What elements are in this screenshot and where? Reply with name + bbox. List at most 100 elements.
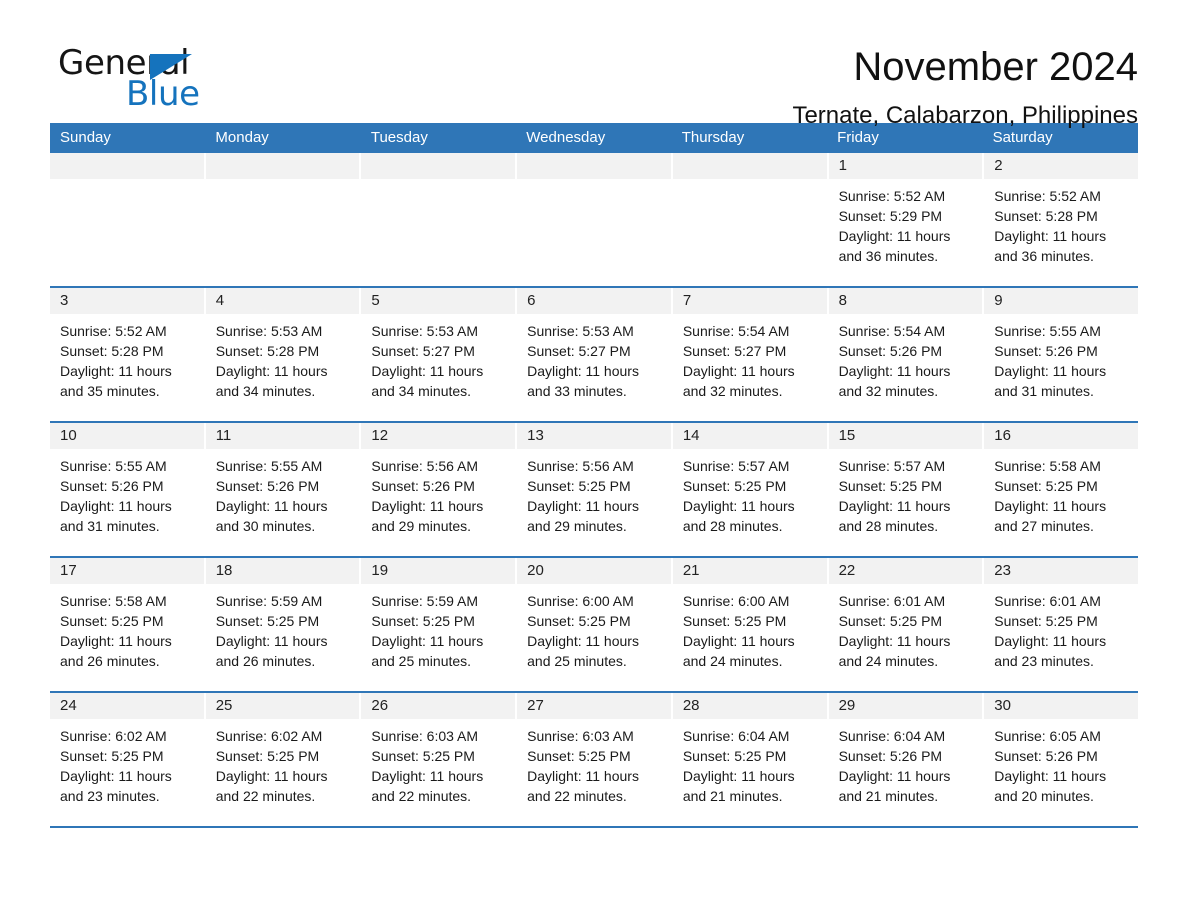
calendar-day-cell[interactable]: 24 Sunrise: 6:02 AM Sunset: 5:25 PM Dayligh… bbox=[50, 693, 204, 826]
day-details: Sunrise: 6:03 AM Sunset: 5:25 PM Daylight:… bbox=[517, 719, 671, 806]
calendar-day-cell[interactable]: 16 Sunrise: 5:58 AM Sunset: 5:25 PM Dayligh… bbox=[984, 423, 1138, 556]
sunset-text: Sunset: 5:25 PM bbox=[682, 613, 787, 629]
day-details: Sunrise: 5:57 AM Sunset: 5:25 PM Daylight:… bbox=[829, 449, 983, 536]
sunset-text: Sunset: 5:26 PM bbox=[994, 748, 1098, 764]
sunrise-text: Sunrise: 5:59 AM bbox=[371, 593, 479, 609]
daylight-text: Daylight: 11 hours and 25 minutes. bbox=[371, 633, 484, 669]
day-details: Sunrise: 5:53 AM Sunset: 5:27 PM Daylight:… bbox=[517, 314, 671, 401]
sunset-text: Sunset: 5:25 PM bbox=[994, 478, 1098, 494]
sunset-text: Sunset: 5:26 PM bbox=[60, 478, 164, 494]
day-details: Sunrise: 5:54 AM Sunset: 5:26 PM Daylight:… bbox=[829, 314, 983, 401]
calendar-day-cell[interactable]: 11 Sunrise: 5:55 AM Sunset: 5:26 PM Dayligh… bbox=[205, 423, 360, 556]
calendar-day-cell[interactable]: 21 Sunrise: 6:00 AM Sunset: 5:25 PM Dayligh… bbox=[672, 558, 827, 691]
daylight-text: Daylight: 11 hours and 35 minutes. bbox=[60, 363, 172, 399]
calendar-day-cell[interactable]: 10 Sunrise: 5:55 AM Sunset: 5:26 PM Dayligh… bbox=[50, 423, 204, 556]
calendar-day-cell[interactable]: 2 Sunrise: 5:52 AM Sunset: 5:28 PM Daylight… bbox=[984, 153, 1138, 286]
calendar-day-cell[interactable]: 7 Sunrise: 5:54 AM Sunset: 5:27 PM Daylight… bbox=[672, 288, 827, 421]
sunrise-text: Sunrise: 5:56 AM bbox=[371, 458, 479, 474]
daylight-text: Daylight: 11 hours and 22 minutes. bbox=[527, 768, 639, 804]
calendar-day-cell[interactable]: 4 Sunrise: 5:53 AM Sunset: 5:28 PM Daylight… bbox=[205, 288, 360, 421]
daylight-text: Daylight: 11 hours and 23 minutes. bbox=[994, 633, 1107, 669]
sunrise-text: Sunrise: 6:00 AM bbox=[682, 593, 790, 609]
day-details: Sunrise: 5:59 AM Sunset: 5:25 PM Daylight:… bbox=[206, 584, 360, 671]
calendar-weeks: 1 Sunrise: 5:52 AM Sunset: 5:29 PM Daylight… bbox=[50, 153, 1138, 826]
day-number: 22 bbox=[828, 558, 983, 584]
sunset-text: Sunset: 5:29 PM bbox=[838, 208, 943, 224]
day-number: 28 bbox=[672, 693, 827, 719]
calendar-day-cell[interactable]: 26 Sunrise: 6:03 AM Sunset: 5:25 PM Dayligh… bbox=[361, 693, 516, 826]
calendar-bottom-rule bbox=[50, 826, 1138, 828]
sunrise-text: Sunrise: 5:56 AM bbox=[527, 458, 634, 474]
calendar-day-cell-empty bbox=[205, 153, 360, 286]
weekday-header-wednesday: Wednesday bbox=[526, 129, 606, 146]
generalblue-logo[interactable]: General Blue bbox=[50, 44, 280, 116]
calendar-day-cell-empty bbox=[361, 153, 516, 286]
weekday-header-monday: Monday bbox=[215, 129, 269, 146]
sunrise-text: Sunrise: 5:54 AM bbox=[682, 323, 790, 339]
calendar-day-cell[interactable]: 25 Sunrise: 6:02 AM Sunset: 5:25 PM Dayligh… bbox=[205, 693, 360, 826]
day-details: Sunrise: 5:52 AM Sunset: 5:28 PM Daylight:… bbox=[50, 314, 204, 401]
day-details: Sunrise: 6:02 AM Sunset: 5:25 PM Daylight:… bbox=[206, 719, 360, 806]
sunset-text: Sunset: 5:26 PM bbox=[215, 478, 320, 494]
day-number: 5 bbox=[361, 288, 516, 314]
calendar-day-cell[interactable]: 30 Sunrise: 6:05 AM Sunset: 5:26 PM Dayligh… bbox=[984, 693, 1138, 826]
sunset-text: Sunset: 5:27 PM bbox=[682, 343, 787, 359]
daylight-text: Daylight: 11 hours and 24 minutes. bbox=[682, 633, 795, 669]
daylight-text: Daylight: 11 hours and 36 minutes. bbox=[838, 228, 951, 264]
calendar-day-cell[interactable]: 19 Sunrise: 5:59 AM Sunset: 5:25 PM Dayligh… bbox=[361, 558, 516, 691]
calendar-day-cell[interactable]: 23 Sunrise: 6:01 AM Sunset: 5:25 PM Dayligh… bbox=[984, 558, 1138, 691]
day-details: Sunrise: 5:55 AM Sunset: 5:26 PM Daylight:… bbox=[50, 449, 204, 536]
calendar-day-cell[interactable]: 22 Sunrise: 6:01 AM Sunset: 5:25 PM Dayligh… bbox=[828, 558, 983, 691]
calendar-day-cell[interactable]: 27 Sunrise: 6:03 AM Sunset: 5:25 PM Dayligh… bbox=[517, 693, 671, 826]
daylight-text: Daylight: 11 hours and 29 minutes. bbox=[371, 498, 484, 534]
calendar-week-grid: 10 Sunrise: 5:55 AM Sunset: 5:26 PM Dayligh… bbox=[50, 423, 1138, 556]
day-number bbox=[50, 153, 204, 179]
calendar-day-cell[interactable]: 14 Sunrise: 5:57 AM Sunset: 5:25 PM Dayligh… bbox=[672, 423, 827, 556]
calendar-day-cell[interactable]: 28 Sunrise: 6:04 AM Sunset: 5:25 PM Dayligh… bbox=[672, 693, 827, 826]
sunset-text: Sunset: 5:25 PM bbox=[682, 478, 787, 494]
day-details: Sunrise: 5:52 AM Sunset: 5:28 PM Daylight:… bbox=[984, 179, 1138, 266]
calendar-day-cell[interactable]: 1 Sunrise: 5:52 AM Sunset: 5:29 PM Daylight… bbox=[828, 153, 983, 286]
sunset-text: Sunset: 5:25 PM bbox=[527, 748, 631, 764]
daylight-text: Daylight: 11 hours and 34 minutes. bbox=[371, 363, 484, 399]
sunrise-text: Sunrise: 5:55 AM bbox=[994, 323, 1101, 339]
daylight-text: Daylight: 11 hours and 32 minutes. bbox=[838, 363, 951, 399]
day-number: 7 bbox=[672, 288, 827, 314]
day-number: 2 bbox=[984, 153, 1138, 179]
day-details: Sunrise: 5:59 AM Sunset: 5:25 PM Daylight:… bbox=[361, 584, 515, 671]
calendar-week-row: 3 Sunrise: 5:52 AM Sunset: 5:28 PM Daylight… bbox=[50, 286, 1138, 421]
calendar-day-cell[interactable]: 15 Sunrise: 5:57 AM Sunset: 5:25 PM Dayligh… bbox=[828, 423, 983, 556]
sunset-text: Sunset: 5:28 PM bbox=[60, 343, 164, 359]
sunrise-text: Sunrise: 5:59 AM bbox=[215, 593, 323, 609]
day-details: Sunrise: 6:02 AM Sunset: 5:25 PM Daylight:… bbox=[50, 719, 204, 806]
daylight-text: Daylight: 11 hours and 20 minutes. bbox=[994, 768, 1107, 804]
calendar-day-cell[interactable]: 8 Sunrise: 5:54 AM Sunset: 5:26 PM Daylight… bbox=[828, 288, 983, 421]
calendar-day-cell[interactable]: 29 Sunrise: 6:04 AM Sunset: 5:26 PM Dayligh… bbox=[828, 693, 983, 826]
calendar-day-cell[interactable]: 5 Sunrise: 5:53 AM Sunset: 5:27 PM Daylight… bbox=[361, 288, 516, 421]
day-details: Sunrise: 5:55 AM Sunset: 5:26 PM Daylight:… bbox=[984, 314, 1138, 401]
sunrise-text: Sunrise: 6:04 AM bbox=[682, 728, 790, 744]
sunset-text: Sunset: 5:25 PM bbox=[371, 613, 475, 629]
calendar-day-cell[interactable]: 6 Sunrise: 5:53 AM Sunset: 5:27 PM Daylight… bbox=[517, 288, 671, 421]
sunset-text: Sunset: 5:28 PM bbox=[215, 343, 320, 359]
calendar-day-cell[interactable]: 3 Sunrise: 5:52 AM Sunset: 5:28 PM Daylight… bbox=[50, 288, 204, 421]
daylight-text: Daylight: 11 hours and 26 minutes. bbox=[60, 633, 172, 669]
calendar-day-cell[interactable]: 17 Sunrise: 5:58 AM Sunset: 5:25 PM Dayligh… bbox=[50, 558, 204, 691]
calendar-day-cell[interactable]: 12 Sunrise: 5:56 AM Sunset: 5:26 PM Dayligh… bbox=[361, 423, 516, 556]
sunrise-text: Sunrise: 5:53 AM bbox=[215, 323, 323, 339]
day-number: 29 bbox=[828, 693, 983, 719]
daylight-text: Daylight: 11 hours and 21 minutes. bbox=[682, 768, 795, 804]
day-number: 27 bbox=[517, 693, 671, 719]
calendar-day-cell[interactable]: 9 Sunrise: 5:55 AM Sunset: 5:26 PM Daylight… bbox=[984, 288, 1138, 421]
calendar-day-cell[interactable]: 13 Sunrise: 5:56 AM Sunset: 5:25 PM Dayligh… bbox=[517, 423, 671, 556]
sunrise-text: Sunrise: 5:52 AM bbox=[838, 188, 946, 204]
sunset-text: Sunset: 5:27 PM bbox=[527, 343, 631, 359]
day-number: 23 bbox=[984, 558, 1138, 584]
weekday-header-tuesday: Tuesday bbox=[370, 129, 428, 146]
calendar-day-cell-empty bbox=[672, 153, 827, 286]
calendar-day-cell[interactable]: 18 Sunrise: 5:59 AM Sunset: 5:25 PM Dayligh… bbox=[205, 558, 360, 691]
day-number: 9 bbox=[984, 288, 1138, 314]
day-details: Sunrise: 6:01 AM Sunset: 5:25 PM Daylight:… bbox=[829, 584, 983, 671]
calendar-day-cell[interactable]: 20 Sunrise: 6:00 AM Sunset: 5:25 PM Dayligh… bbox=[517, 558, 671, 691]
day-number: 12 bbox=[361, 423, 516, 449]
